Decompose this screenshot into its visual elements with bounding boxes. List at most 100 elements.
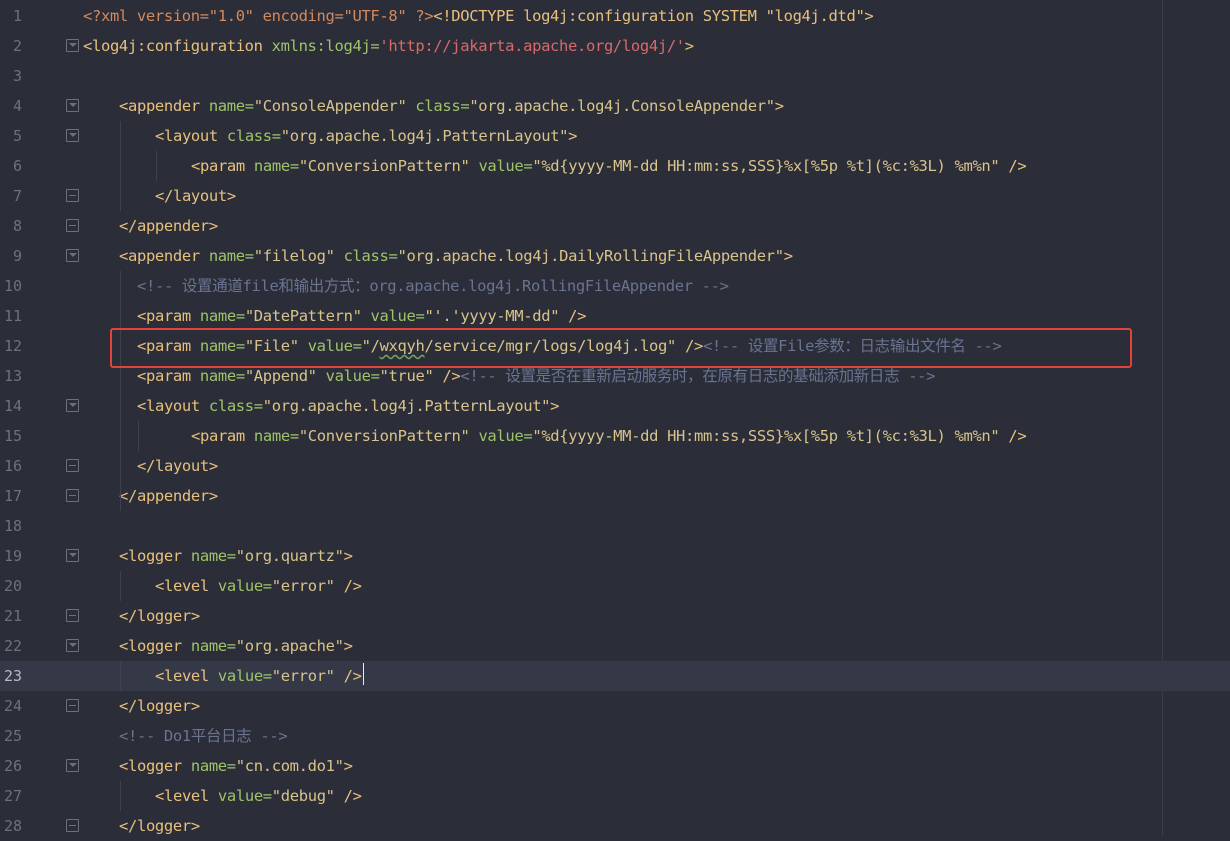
token-tag: /> [999,157,1027,175]
token-str: "DatePattern" [244,307,362,325]
fold-end-icon[interactable] [66,819,79,832]
token-tag: <logger [119,757,182,775]
line-number: 3 [12,67,22,85]
token-str: "true" [379,367,434,385]
token-attr: value= [208,787,272,805]
fold-end-icon[interactable] [66,189,79,202]
token-com: <!-- Do1平台日志 --> [119,727,288,745]
fold-end-icon[interactable] [66,489,79,502]
fold-collapse-icon[interactable] [66,759,79,772]
line-code[interactable]: </layout> [155,181,236,211]
code-line[interactable]: 11 <param name="DatePattern" value="'.'yy… [0,301,1230,331]
line-code[interactable]: <param name="ConversionPattern" value="%… [191,421,1027,451]
code-line[interactable]: 15 <param name="ConversionPattern" value=… [0,421,1230,451]
code-line[interactable]: 1 <?xml version="1.0" encoding="UTF-8" ?>… [0,1,1230,31]
code-line[interactable]: 28 </logger> [0,811,1230,841]
line-code[interactable]: <level value="error" /> [155,571,362,601]
token-tag: > [783,247,793,265]
line-code[interactable]: <level value="error" /> [155,661,362,691]
line-code[interactable]: <logger name="cn.com.do1"> [119,751,353,781]
code-line[interactable]: 20 <level value="error" /> [0,571,1230,601]
code-line[interactable]: 2 <log4j:configuration xmlns:log4j='http:… [0,31,1230,61]
token-tag: > [568,127,578,145]
line-code[interactable]: </logger> [119,601,200,631]
fold-end-icon[interactable] [66,219,79,232]
line-code[interactable]: <logger name="org.apache"> [119,631,353,661]
line-code[interactable]: <layout class="org.apache.log4j.PatternL… [155,121,578,151]
line-number: 21 [3,607,22,625]
line-code[interactable]: </appender> [119,211,218,241]
fold-end-icon[interactable] [66,459,79,472]
indent-guide [138,421,139,451]
fold-collapse-icon[interactable] [66,639,79,652]
line-number: 13 [3,367,22,385]
token-tag: /> [999,427,1027,445]
fold-collapse-icon[interactable] [66,129,79,142]
code-line[interactable]: 4 <appender name="ConsoleAppender" class=… [0,91,1230,121]
fold-collapse-icon[interactable] [66,39,79,52]
code-line[interactable]: 26 <logger name="cn.com.do1"> [0,751,1230,781]
fold-collapse-icon[interactable] [66,549,79,562]
code-line[interactable]: 5 <layout class="org.apache.log4j.Pattern… [0,121,1230,151]
token-tag: /> [559,307,587,325]
line-code[interactable]: <!-- 设置通道file和输出方式：org.apache.log4j.Roll… [137,271,729,301]
code-line[interactable]: 14 <layout class="org.apache.log4j.Patter… [0,391,1230,421]
token-tag: > [774,97,784,115]
indent-guide [120,661,121,691]
code-line[interactable]: 3 [0,61,1230,91]
code-line[interactable]: 22 <logger name="org.apache"> [0,631,1230,661]
code-line[interactable]: 8 </appender> [0,211,1230,241]
line-number: 24 [3,697,22,715]
line-code[interactable]: </logger> [119,691,200,721]
line-number: 9 [12,247,22,265]
line-code[interactable]: </logger> [119,811,200,841]
line-number: 14 [3,397,22,415]
code-line[interactable]: 10 <!-- 设置通道file和输出方式：org.apache.log4j.Ro… [0,271,1230,301]
line-code[interactable]: <layout class="org.apache.log4j.PatternL… [137,391,560,421]
token-str: "org.quartz" [235,547,344,565]
line-code[interactable]: <level value="debug" /> [155,781,362,811]
code-editor[interactable]: 1 <?xml version="1.0" encoding="UTF-8" ?>… [0,0,1230,836]
indent-guide [120,571,121,601]
fold-collapse-icon[interactable] [66,399,79,412]
line-code[interactable]: <log4j:configuration xmlns:log4j='http:/… [83,31,694,61]
code-line[interactable]: 19 <logger name="org.quartz"> [0,541,1230,571]
line-code[interactable]: <param name="ConversionPattern" value="%… [191,151,1027,181]
code-line[interactable]: 16 </layout> [0,451,1230,481]
line-code[interactable]: <?xml version="1.0" encoding="UTF-8" ?><… [83,1,874,31]
line-code[interactable]: <!-- Do1平台日志 --> [119,721,288,751]
line-number: 22 [3,637,22,655]
line-code[interactable]: <appender name="filelog" class="org.apac… [119,241,793,271]
indent-guide [120,781,121,811]
token-url: 'http://jakarta.apache.org/log4j/' [379,37,685,55]
fold-collapse-icon[interactable] [66,99,79,112]
line-code[interactable]: <param name="DatePattern" value="'.'yyyy… [137,301,586,331]
token-tag: </logger> [119,697,200,715]
code-line[interactable]: 21 </logger> [0,601,1230,631]
token-attr: name= [181,547,236,565]
line-number: 1 [12,7,22,25]
token-str: "org.apache.log4j.DailyRollingFileAppend… [397,247,784,265]
code-line[interactable]: 24 </logger> [0,691,1230,721]
line-code[interactable]: </appender> [119,481,218,511]
fold-collapse-icon[interactable] [66,249,79,262]
code-line[interactable]: 9 <appender name="filelog" class="org.apa… [0,241,1230,271]
code-line[interactable]: 25 <!-- Do1平台日志 --> [0,721,1230,751]
line-code[interactable]: </layout> [137,451,218,481]
code-line[interactable]: 27 <level value="debug" /> [0,781,1230,811]
token-attr: value= [361,307,425,325]
code-line[interactable]: 7 </layout> [0,181,1230,211]
code-line[interactable]: 6 <param name="ConversionPattern" value="… [0,151,1230,181]
token-attr: value= [316,367,380,385]
token-tag: </appender> [119,487,218,505]
token-tag: /> [334,577,362,595]
token-attr: class= [199,397,263,415]
fold-end-icon[interactable] [66,699,79,712]
line-code[interactable]: <appender name="ConsoleAppender" class="… [119,91,784,121]
code-line[interactable]: 23 <level value="error" /> [0,661,1230,691]
code-line[interactable]: 17 </appender> [0,481,1230,511]
code-line[interactable]: 18 [0,511,1230,541]
line-code[interactable]: <logger name="org.quartz"> [119,541,353,571]
token-str: "%d{yyyy-MM-dd HH:mm:ss,SSS}%x[%5p %t](%… [532,427,1000,445]
fold-end-icon[interactable] [66,609,79,622]
